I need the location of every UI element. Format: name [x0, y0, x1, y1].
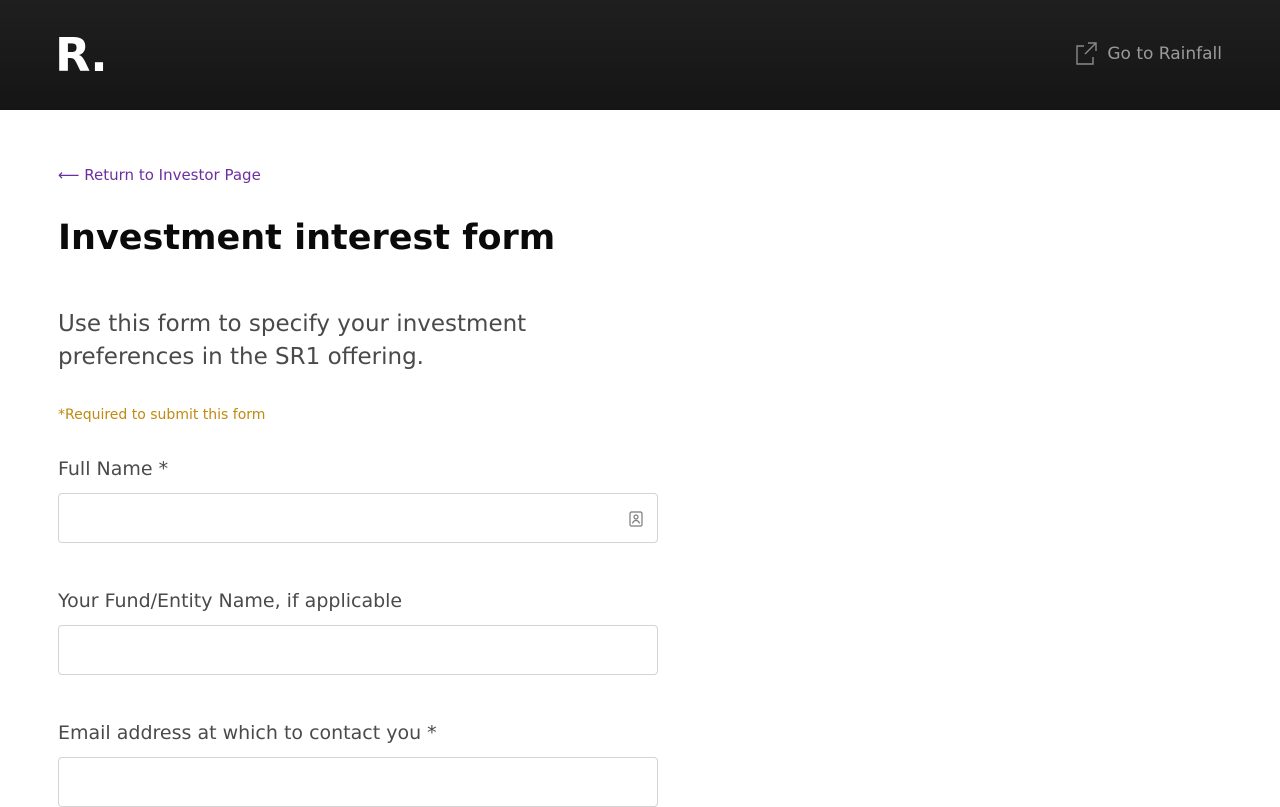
fund-entity-name-input[interactable]: [59, 626, 657, 674]
contact-card-icon[interactable]: [629, 511, 643, 531]
go-to-rainfall-link[interactable]: Go to Rainfall: [1075, 42, 1222, 66]
go-to-rainfall-label: Go to Rainfall: [1107, 44, 1222, 64]
top-navigation-bar: R. Go to Rainfall: [0, 0, 1280, 110]
fund-entity-name-label: Your Fund/Entity Name, if applicable: [58, 590, 403, 612]
brand-logo[interactable]: R.: [55, 26, 108, 84]
full-name-field-wrapper: [58, 493, 658, 543]
required-fields-note: *Required to submit this form: [58, 407, 266, 423]
external-link-icon: [1075, 42, 1098, 66]
full-name-label: Full Name *: [58, 458, 169, 480]
return-to-investor-page-link[interactable]: ⟵ Return to Investor Page: [58, 166, 261, 184]
form-intro-text: Use this form to specify your investment…: [58, 311, 527, 370]
email-label: Email address at which to contact you *: [58, 722, 437, 744]
fund-entity-name-field-wrapper: [58, 625, 658, 675]
email-input[interactable]: [59, 758, 657, 806]
full-name-input[interactable]: [59, 494, 657, 542]
page-title: Investment interest form: [58, 218, 556, 258]
